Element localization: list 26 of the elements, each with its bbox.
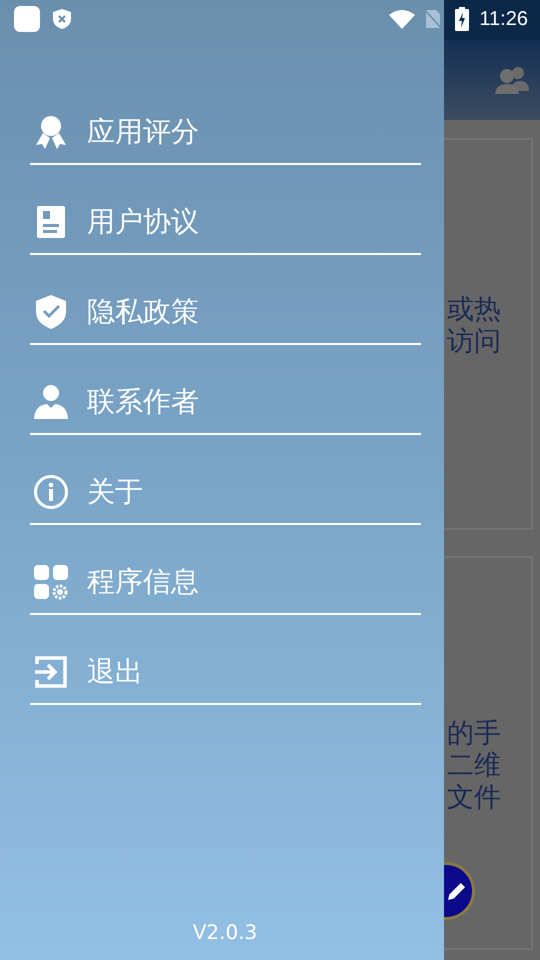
clock-time: 11:26 bbox=[479, 8, 528, 30]
card-text: 访问 bbox=[447, 326, 501, 358]
app-notification-icon bbox=[14, 6, 40, 32]
wifi-icon bbox=[389, 9, 416, 29]
card-text: 文件 bbox=[447, 782, 501, 814]
battery-charging-icon bbox=[455, 7, 470, 31]
info-icon bbox=[33, 474, 69, 510]
shield-x-icon bbox=[52, 8, 72, 30]
menu-item[interactable]: 关于 bbox=[30, 435, 421, 525]
pencil-icon bbox=[448, 882, 465, 900]
exit-icon bbox=[33, 654, 69, 690]
menu-item[interactable]: 程序信息 bbox=[30, 525, 421, 615]
card-text: 或热 bbox=[447, 294, 501, 326]
apps-icon bbox=[33, 564, 69, 600]
menu-item[interactable]: 应用评分 bbox=[30, 75, 421, 165]
menu-item[interactable]: 隐私政策 bbox=[30, 255, 421, 345]
menu-item[interactable]: 退出 bbox=[30, 615, 421, 705]
card-text: 的手 bbox=[447, 718, 501, 750]
card-text: 二维 bbox=[447, 750, 501, 782]
shield-check-icon bbox=[33, 294, 69, 330]
person-icon bbox=[33, 384, 69, 420]
version-text: V2.0.3 bbox=[192, 920, 258, 944]
no-sim-icon bbox=[425, 9, 442, 29]
award-icon bbox=[33, 114, 69, 150]
menu-item[interactable]: 用户协议 bbox=[30, 165, 421, 255]
menu-item[interactable]: 联系作者 bbox=[30, 345, 421, 435]
